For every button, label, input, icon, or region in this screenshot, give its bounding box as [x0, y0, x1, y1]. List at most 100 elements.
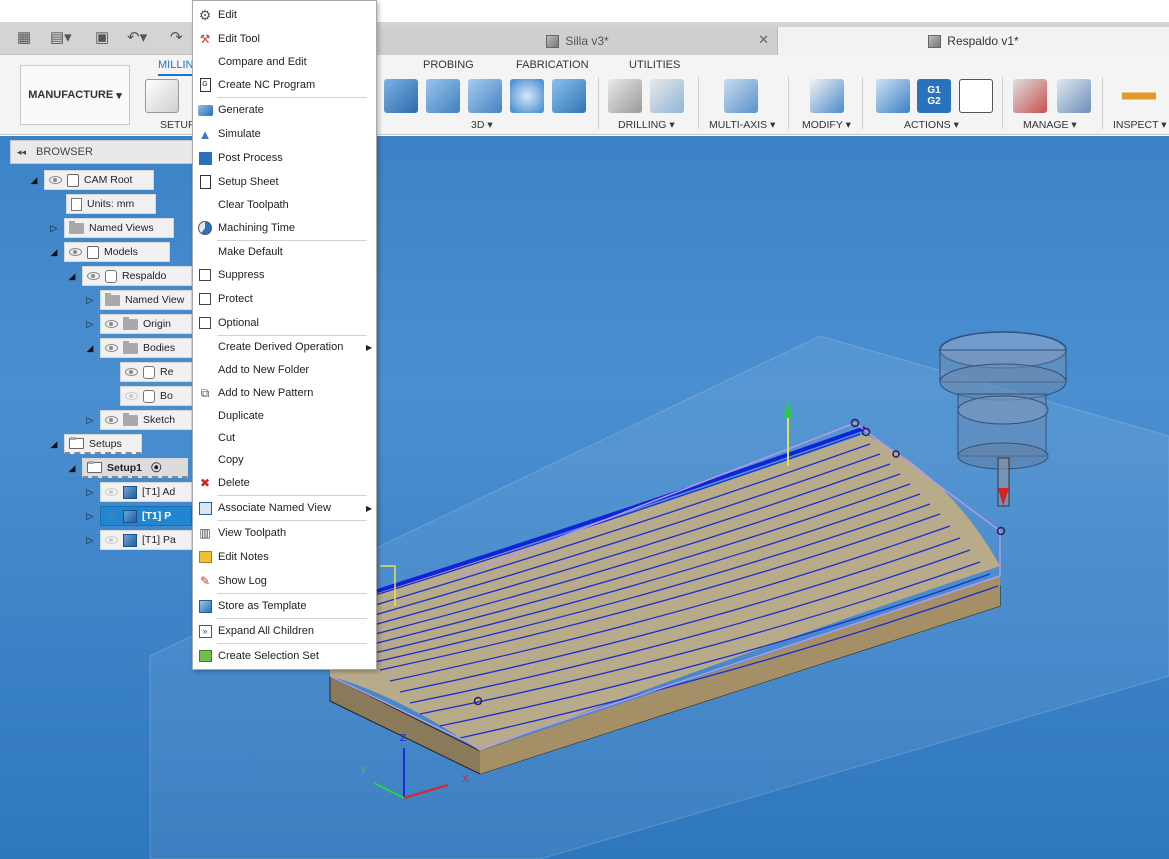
wcs-target-icon[interactable]: ⦿: [151, 460, 162, 475]
simulate-icon[interactable]: [876, 79, 910, 113]
eye-icon[interactable]: [87, 272, 100, 280]
menu-item-simulate[interactable]: ▲ Simulate: [193, 123, 376, 145]
expand-triangle-icon[interactable]: ▷: [84, 482, 96, 502]
new-setup-icon[interactable]: [145, 79, 179, 113]
tree-node-named-view[interactable]: ▷ Named View: [84, 290, 192, 310]
tab-fabrication[interactable]: FABRICATION: [516, 59, 589, 71]
menu-item-edit[interactable]: ⚙ Edit: [193, 4, 376, 26]
tree-node-bodies[interactable]: ◢ Bodies: [84, 338, 192, 358]
post-process-icon[interactable]: G1 G2: [917, 79, 951, 113]
collapse-triangle-icon[interactable]: ◢: [84, 338, 96, 358]
tool-library-icon[interactable]: [1013, 79, 1047, 113]
eye-icon[interactable]: [105, 320, 118, 328]
machine-icon[interactable]: [1057, 79, 1091, 113]
menu-item-copy[interactable]: Copy: [193, 449, 376, 471]
tree-node-body-2[interactable]: Bo: [120, 386, 192, 406]
collapse-icon[interactable]: ◂◂: [17, 147, 26, 158]
menu-item-store-as-template[interactable]: Store as Template: [193, 595, 376, 617]
group-3d[interactable]: 3D ▾: [471, 119, 493, 131]
collapse-triangle-icon[interactable]: ◢: [66, 266, 78, 286]
modify-icon[interactable]: [810, 79, 844, 113]
menu-item-duplicate[interactable]: Duplicate: [193, 405, 376, 427]
redo-icon[interactable]: ↷: [170, 28, 183, 48]
undo-icon[interactable]: ↶▾: [127, 28, 147, 48]
expand-triangle-icon[interactable]: ▷: [84, 290, 96, 310]
expand-triangle-icon[interactable]: ▷: [84, 530, 96, 550]
multi-axis-icon[interactable]: [724, 79, 758, 113]
tree-node-operation-3[interactable]: ▷ [T1] Pa: [84, 530, 192, 550]
grid-icon[interactable]: ▦: [17, 28, 31, 48]
tree-node-cam-root[interactable]: ◢ CAM Root: [28, 170, 154, 190]
menu-item-optional[interactable]: Optional: [193, 312, 376, 334]
menu-item-setup-sheet[interactable]: Setup Sheet: [193, 171, 376, 193]
scallop-icon[interactable]: [510, 79, 544, 113]
group-modify[interactable]: MODIFY ▾: [802, 119, 851, 131]
eye-icon[interactable]: [125, 368, 138, 376]
menu-item-expand-all-children[interactable]: » Expand All Children: [193, 620, 376, 642]
tree-node-named-views[interactable]: ▷ Named Views: [48, 218, 174, 238]
setup-sheet-icon[interactable]: [959, 79, 993, 113]
contour-icon[interactable]: [552, 79, 586, 113]
eye-hidden-icon[interactable]: [105, 512, 118, 520]
tree-node-respaldo[interactable]: ◢ Respaldo: [66, 266, 192, 286]
collapse-triangle-icon[interactable]: ◢: [66, 458, 78, 478]
menu-item-clear-toolpath[interactable]: Clear Toolpath: [193, 194, 376, 216]
menu-item-create-derived-operation[interactable]: Create Derived Operation ▶: [193, 336, 376, 358]
menu-item-add-to-new-folder[interactable]: Add to New Folder: [193, 359, 376, 381]
eye-icon[interactable]: [105, 344, 118, 352]
menu-item-view-toolpath[interactable]: ▥ View Toolpath: [193, 522, 376, 544]
expand-triangle-icon[interactable]: ▷: [48, 218, 60, 238]
adaptive-icon[interactable]: [384, 79, 418, 113]
menu-item-edit-tool[interactable]: ⚒ Edit Tool: [193, 28, 376, 50]
tree-node-setup1[interactable]: ◢ Setup1 ⦿: [66, 458, 188, 478]
menu-item-machining-time[interactable]: Machining Time: [193, 217, 376, 239]
tree-node-body-1[interactable]: Re: [120, 362, 192, 382]
group-manage[interactable]: MANAGE ▾: [1023, 119, 1077, 131]
menu-item-cut[interactable]: Cut: [193, 427, 376, 449]
expand-triangle-icon[interactable]: ▷: [84, 410, 96, 430]
tab-probing[interactable]: PROBING: [423, 59, 474, 71]
eye-icon[interactable]: [49, 176, 62, 184]
menu-item-protect[interactable]: Protect: [193, 288, 376, 310]
collapse-triangle-icon[interactable]: ◢: [48, 434, 60, 454]
tree-node-origin[interactable]: ▷ Origin: [84, 314, 192, 334]
workspace-switcher[interactable]: MANUFACTURE ▾: [20, 65, 130, 125]
tree-node-units[interactable]: Units: mm: [66, 194, 156, 214]
hole-recognition-icon[interactable]: [650, 79, 684, 113]
file-icon[interactable]: ▤▾: [50, 28, 72, 48]
drill-icon[interactable]: [608, 79, 642, 113]
collapse-triangle-icon[interactable]: ◢: [28, 170, 40, 190]
tree-node-models[interactable]: ◢ Models: [48, 242, 170, 262]
save-icon[interactable]: ▣: [95, 28, 109, 48]
eye-hidden-icon[interactable]: [125, 392, 138, 400]
eye-icon[interactable]: [105, 416, 118, 424]
pocket-icon[interactable]: [426, 79, 460, 113]
measure-icon[interactable]: [1122, 79, 1156, 113]
menu-item-add-to-new-pattern[interactable]: ⧉ Add to New Pattern: [193, 382, 376, 404]
menu-item-edit-notes[interactable]: Edit Notes: [193, 546, 376, 568]
tab-utilities[interactable]: UTILITIES: [629, 59, 680, 71]
close-icon[interactable]: ✕: [758, 32, 769, 48]
expand-triangle-icon[interactable]: ▷: [84, 314, 96, 334]
collapse-triangle-icon[interactable]: ◢: [48, 242, 60, 262]
menu-item-associate-named-view[interactable]: Associate Named View ▶: [193, 497, 376, 519]
menu-item-delete[interactable]: ✖ Delete: [193, 472, 376, 494]
menu-item-show-log[interactable]: ✎ Show Log: [193, 570, 376, 592]
tree-node-operation-1[interactable]: ▷ [T1] Ad: [84, 482, 192, 502]
group-actions[interactable]: ACTIONS ▾: [904, 119, 959, 131]
group-inspect[interactable]: INSPECT ▾: [1113, 119, 1167, 131]
tree-node-operation-2[interactable]: ▷ [T1] P: [84, 506, 192, 526]
menu-item-generate[interactable]: Generate: [193, 99, 376, 121]
menu-item-create-nc-program[interactable]: G Create NC Program: [193, 74, 376, 96]
group-multi-axis[interactable]: MULTI-AXIS ▾: [709, 119, 775, 131]
tree-node-setups[interactable]: ◢ Setups: [48, 434, 142, 454]
menu-item-compare-and-edit[interactable]: Compare and Edit: [193, 51, 376, 73]
menu-item-suppress[interactable]: Suppress: [193, 264, 376, 286]
tab-respaldo[interactable]: Respaldo v1*: [778, 27, 1169, 55]
eye-hidden-icon[interactable]: [105, 488, 118, 496]
tree-node-sketches[interactable]: ▷ Sketch: [84, 410, 192, 430]
eye-hidden-icon[interactable]: [105, 536, 118, 544]
menu-item-create-selection-set[interactable]: Create Selection Set: [193, 645, 376, 667]
menu-item-post-process[interactable]: Post Process: [193, 147, 376, 169]
browser-header[interactable]: ◂◂ BROWSER: [10, 140, 200, 164]
